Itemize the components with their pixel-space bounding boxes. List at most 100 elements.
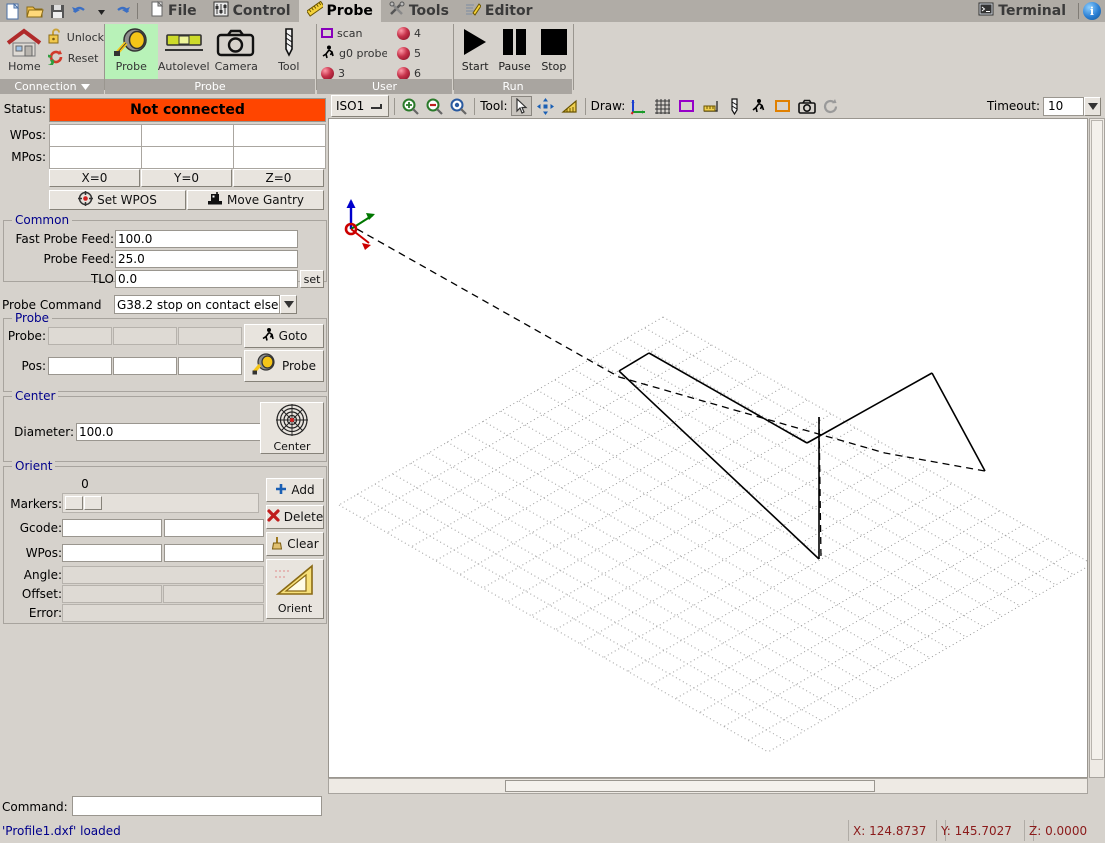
delete-marker-button[interactable]: Delete bbox=[266, 505, 324, 529]
probe-command-dropdown-arrow[interactable] bbox=[280, 295, 297, 314]
command-input[interactable] bbox=[72, 796, 322, 816]
menu-item-tools[interactable]: Tools bbox=[381, 0, 457, 22]
chevron-down-icon bbox=[1087, 102, 1098, 110]
pos-y-input[interactable] bbox=[113, 357, 177, 375]
pan-move-icon[interactable] bbox=[535, 96, 556, 116]
canvas-vertical-scroll-thumb[interactable] bbox=[1091, 120, 1103, 760]
wpos-z-field[interactable] bbox=[233, 124, 326, 147]
zero-y-button[interactable]: Y=0 bbox=[141, 169, 232, 187]
status-bar: 'Profile1.dxf' loaded X: 124.8737 Y: 145… bbox=[0, 818, 1105, 843]
pause-button[interactable]: Pause bbox=[496, 24, 532, 73]
probe-ruler-icon[interactable] bbox=[700, 96, 721, 116]
canvas-horizontal-scrollbar[interactable] bbox=[328, 778, 1088, 794]
start-button[interactable]: Start bbox=[457, 24, 493, 73]
menu-item-editor[interactable]: Editor bbox=[457, 0, 541, 22]
open-folder-icon[interactable] bbox=[25, 1, 45, 21]
orient-button[interactable]: Orient bbox=[266, 559, 324, 619]
camera-button[interactable]: Camera bbox=[210, 24, 263, 80]
timeout-spinner[interactable]: 10 bbox=[1043, 96, 1101, 116]
endmill-icon[interactable] bbox=[724, 96, 745, 116]
fast-probe-feed-input[interactable]: 100.0 bbox=[115, 230, 298, 248]
grid-icon[interactable] bbox=[652, 96, 673, 116]
center-button[interactable]: Center bbox=[260, 402, 324, 454]
markers-slider[interactable] bbox=[62, 493, 259, 513]
clear-markers-button[interactable]: Clear bbox=[266, 532, 324, 556]
zoom-out-icon[interactable] bbox=[424, 96, 445, 116]
gcode-x-input[interactable] bbox=[62, 519, 162, 537]
orient-wpos-label: WPos: bbox=[25, 546, 62, 560]
diameter-input[interactable]: 100.0 bbox=[76, 423, 263, 441]
menu-item-control[interactable]: Control bbox=[205, 0, 299, 22]
user-button-5[interactable]: 5 bbox=[397, 44, 421, 62]
goto-button[interactable]: Goto bbox=[244, 324, 324, 348]
offset-label: Offset: bbox=[21, 587, 62, 601]
pos-z-input[interactable] bbox=[178, 357, 242, 375]
reload-icon[interactable] bbox=[820, 96, 841, 116]
probe-command-value: G38.2 stop on contact else error bbox=[114, 295, 280, 314]
view-toolbar: ISO1 Tool: Draw: Timeout: 10 bbox=[328, 94, 1105, 118]
chevron-down-icon[interactable] bbox=[80, 80, 90, 93]
user-button-scan[interactable]: scan bbox=[321, 24, 387, 42]
rapid-move-icon[interactable] bbox=[748, 96, 769, 116]
orient-wpos-x-input[interactable] bbox=[62, 544, 162, 562]
wpos-x-field[interactable] bbox=[49, 124, 142, 147]
zoom-fit-icon[interactable] bbox=[448, 96, 469, 116]
new-file-icon[interactable] bbox=[3, 1, 23, 21]
margin-icon[interactable] bbox=[676, 96, 697, 116]
timeout-dropdown-arrow[interactable] bbox=[1084, 96, 1101, 116]
save-icon[interactable] bbox=[47, 1, 67, 21]
probe-tab-button[interactable]: Probe bbox=[105, 24, 158, 80]
menu-item-file[interactable]: File bbox=[142, 0, 205, 22]
canvas-vertical-scrollbar[interactable] bbox=[1089, 118, 1105, 778]
markers-slider-thumb-right[interactable] bbox=[84, 496, 102, 510]
stop-button[interactable]: Stop bbox=[536, 24, 572, 73]
mpos-y-field bbox=[141, 146, 234, 169]
axes-icon[interactable] bbox=[628, 96, 649, 116]
move-gantry-button[interactable]: Move Gantry bbox=[187, 190, 324, 210]
redo-icon[interactable] bbox=[113, 1, 133, 21]
ruler-tool-icon[interactable] bbox=[559, 96, 580, 116]
tlo-set-button[interactable]: set bbox=[300, 270, 324, 288]
menu-item-probe[interactable]: Probe bbox=[298, 0, 381, 22]
user-button-4[interactable]: 4 bbox=[397, 24, 421, 42]
orient-wpos-y-input[interactable] bbox=[164, 544, 264, 562]
pos-x-input[interactable] bbox=[48, 357, 112, 375]
zoom-in-icon[interactable] bbox=[400, 96, 421, 116]
ribbon-group-connection-label[interactable]: Connection bbox=[0, 79, 104, 94]
autolevel-button[interactable]: Autolevel bbox=[158, 24, 211, 80]
cursor-arrow-icon[interactable] bbox=[510, 96, 532, 116]
probe-action-button[interactable]: Probe bbox=[244, 350, 324, 382]
camera-icon[interactable] bbox=[796, 96, 817, 116]
reset-button[interactable]: Reset bbox=[41, 49, 104, 67]
home-button[interactable]: Home bbox=[1, 24, 48, 80]
tool-button[interactable]: Tool bbox=[263, 24, 316, 80]
origin-axes-marker bbox=[344, 199, 375, 250]
timeout-value[interactable]: 10 bbox=[1043, 96, 1084, 116]
gcode-y-input[interactable] bbox=[164, 519, 264, 537]
user-button-g0probe[interactable]: g0 probe bbox=[321, 44, 387, 62]
markers-value: 0 bbox=[81, 477, 89, 491]
stop-button-label: Stop bbox=[541, 60, 567, 73]
info-icon[interactable]: i bbox=[1083, 2, 1101, 20]
probe-feed-label: Probe Feed: bbox=[43, 252, 114, 266]
menu-item-terminal[interactable]: Terminal bbox=[970, 0, 1074, 22]
add-marker-button[interactable]: Add bbox=[266, 478, 324, 502]
set-wpos-button[interactable]: Set WPOS bbox=[49, 190, 186, 210]
gcode-3d-viewport[interactable] bbox=[328, 118, 1093, 778]
undo-dropdown-icon[interactable] bbox=[91, 1, 111, 21]
undo-icon[interactable] bbox=[69, 1, 89, 21]
zero-x-button[interactable]: X=0 bbox=[49, 169, 140, 187]
wpos-y-field[interactable] bbox=[141, 124, 234, 147]
projection-select[interactable]: ISO1 bbox=[331, 95, 390, 117]
common-group: Common Fast Probe Feed: 100.0 Probe Feed… bbox=[3, 213, 327, 288]
markers-slider-thumb-left[interactable] bbox=[65, 496, 83, 510]
unlock-button[interactable]: Unlock bbox=[48, 28, 104, 46]
probe-command-combo[interactable]: G38.2 stop on contact else error bbox=[114, 295, 297, 314]
probe-feed-input[interactable]: 25.0 bbox=[115, 250, 298, 268]
tlo-input[interactable]: 0.0 bbox=[115, 270, 298, 288]
workarea-icon[interactable] bbox=[772, 96, 793, 116]
canvas-horizontal-scroll-thumb[interactable] bbox=[505, 780, 875, 792]
move-gantry-label: Move Gantry bbox=[227, 193, 304, 207]
zero-z-button[interactable]: Z=0 bbox=[233, 169, 324, 187]
viewbar-separator-1 bbox=[394, 97, 396, 115]
